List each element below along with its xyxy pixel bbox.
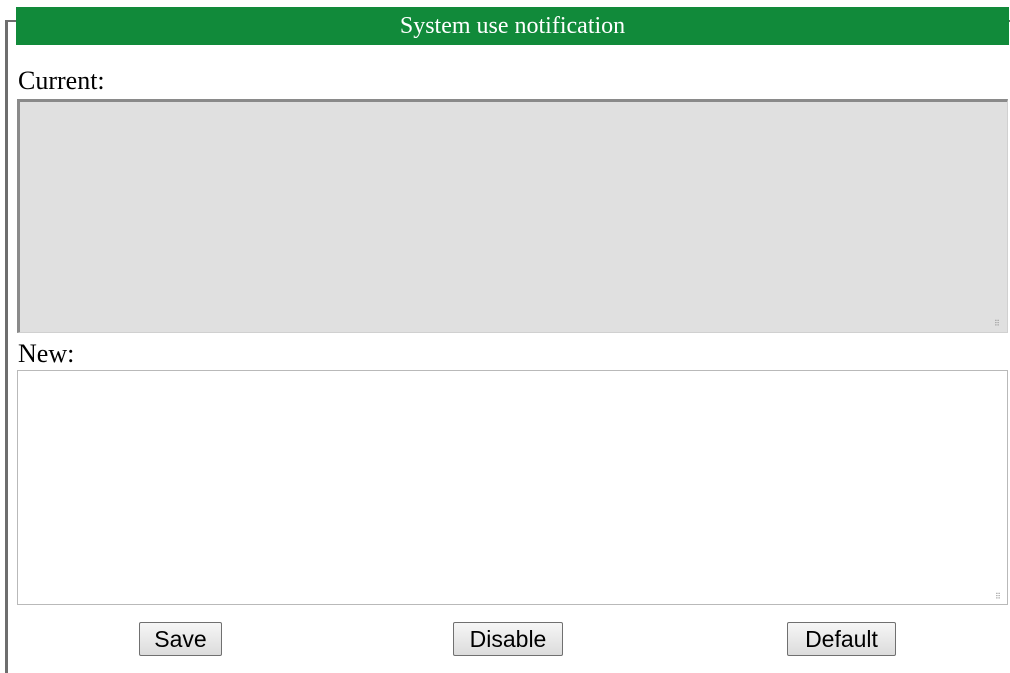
current-label: Current: (18, 66, 105, 95)
new-notification-textarea[interactable] (17, 370, 1008, 605)
frame-border-left (5, 20, 8, 673)
new-label: New: (18, 339, 75, 368)
section-title: System use notification (399, 13, 626, 39)
resize-grip-icon[interactable]: ⠿ (995, 593, 1003, 601)
current-notification-textarea (17, 99, 1008, 333)
resize-grip-icon[interactable]: ⠿ (994, 320, 1002, 328)
disable-button[interactable]: Disable (453, 622, 563, 656)
default-button[interactable]: Default (787, 622, 896, 656)
section-header: System use notification (16, 7, 1009, 45)
save-button[interactable]: Save (139, 622, 222, 656)
